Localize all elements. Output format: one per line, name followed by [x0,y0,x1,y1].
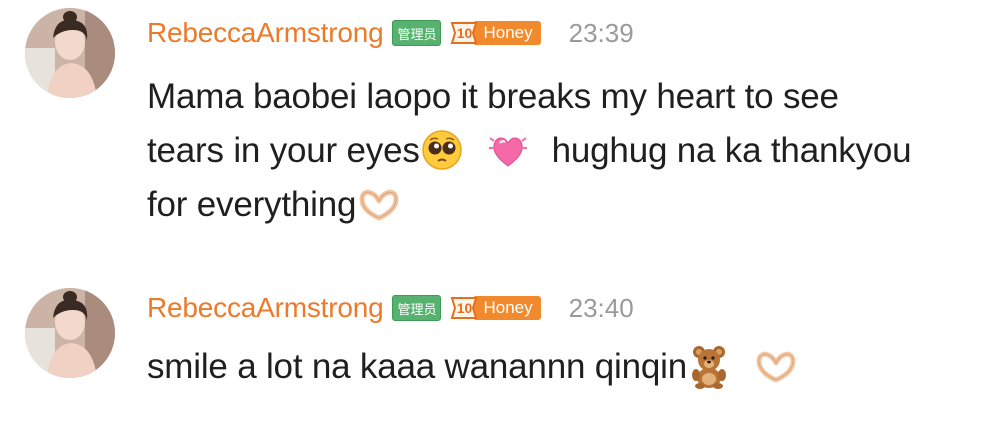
message-text: smile a lot na kaaa wanannn qinqin [147,340,977,394]
timestamp: 23:39 [568,18,634,48]
fan-level: 10 [456,300,473,316]
fan-level-icon: 10 [449,295,479,321]
message-line: Mama baobei laopo it breaks my heart to … [147,70,977,124]
avatar[interactable] [25,8,115,98]
heart-hands-emoji [753,346,799,386]
chat-message: RebeccaArmstrong 管理员 10 Honey 23:40 smil… [0,270,1000,410]
timestamp: 23:40 [568,293,634,323]
message-text-line-3: for everything [147,185,357,224]
teddy-bear-emoji [687,343,731,389]
fan-badge[interactable]: 10 Honey [449,295,541,321]
fan-badge-name: Honey [473,296,541,320]
message-line: for everything [147,178,977,232]
avatar-image [25,288,115,378]
message-text-line-2b: hughug na ka thankyou [551,131,912,170]
message-header: RebeccaArmstrong 管理员 10 Honey 23:39 [147,13,634,53]
avatar-image [25,8,115,98]
username[interactable]: RebeccaArmstrong [147,13,384,53]
chat-message: RebeccaArmstrong 管理员 10 Honey 23:39 Mama… [0,0,1000,250]
growing-heart-emoji [486,128,530,172]
message-header: RebeccaArmstrong 管理员 10 Honey 23:40 [147,288,634,328]
fan-badge[interactable]: 10 Honey [449,20,541,46]
avatar[interactable] [25,288,115,378]
heart-hands-emoji [356,184,402,224]
message-line: tears in your eyes hughug na ka thankyou [147,124,977,178]
fan-level-icon: 10 [449,20,479,46]
message-text-line-1: Mama baobei laopo it breaks my heart to … [147,77,839,116]
admin-badge: 管理员 [392,20,442,46]
username[interactable]: RebeccaArmstrong [147,288,384,328]
message-text-line-1: smile a lot na kaaa wanannn qinqin [147,347,687,386]
fan-badge-name: Honey [473,21,541,45]
message-line: smile a lot na kaaa wanannn qinqin [147,340,977,394]
pleading-face-emoji [420,128,464,172]
admin-badge: 管理员 [392,295,442,321]
message-text: Mama baobei laopo it breaks my heart to … [147,70,977,232]
message-text-line-2a: tears in your eyes [147,131,420,170]
fan-level: 10 [456,25,473,41]
